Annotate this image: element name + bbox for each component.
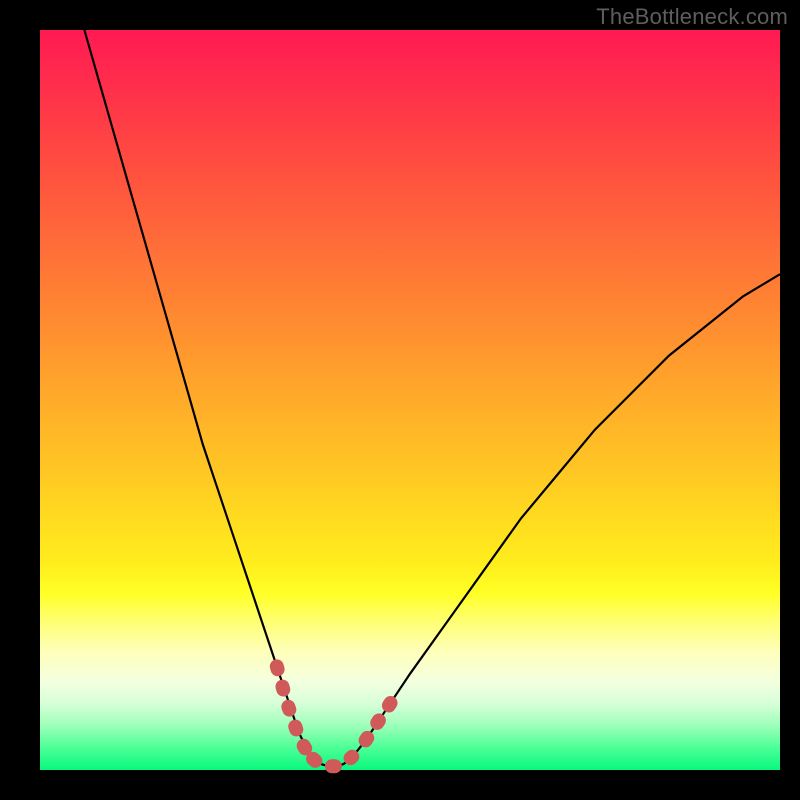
bottleneck-curve — [84, 30, 780, 766]
highlight-segment-bottom — [313, 757, 352, 767]
watermark-text: TheBottleneck.com — [596, 4, 788, 30]
plot-area — [40, 30, 780, 770]
highlight-segment-left — [277, 666, 313, 759]
curve-svg — [40, 30, 780, 770]
chart-frame: TheBottleneck.com — [0, 0, 800, 800]
highlight-segment-right — [366, 696, 396, 740]
